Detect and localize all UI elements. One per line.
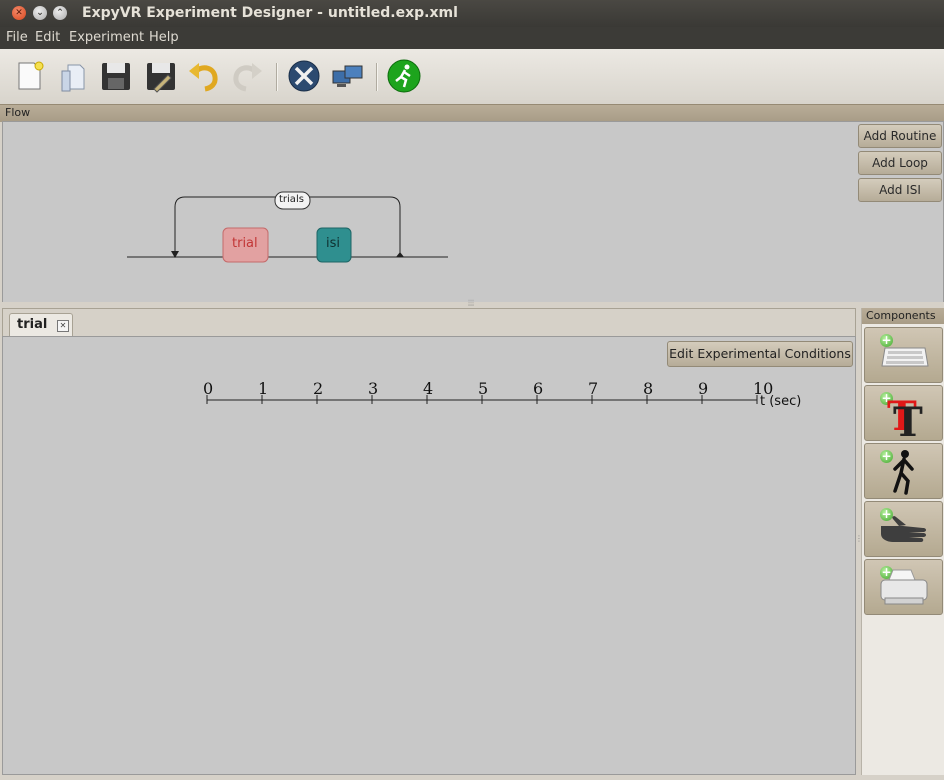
timeline-tick-label: 5 <box>478 379 488 398</box>
tab-trial[interactable]: trial ✕ <box>9 313 73 336</box>
open-file-icon[interactable] <box>58 59 92 93</box>
save-icon[interactable] <box>99 59 133 93</box>
menu-help[interactable]: Help <box>149 30 179 45</box>
menu-edit[interactable]: Edit <box>35 30 60 45</box>
hand-component-button[interactable]: + <box>864 501 943 557</box>
add-isi-button[interactable]: Add ISI <box>858 178 942 202</box>
loop-label: trials <box>279 194 304 205</box>
routine-isi-label: isi <box>326 236 340 251</box>
routine-tabstrip: trial ✕ <box>2 308 856 336</box>
toolbar <box>0 49 944 105</box>
toolbar-separator <box>276 63 278 91</box>
timeline-tick-label: 0 <box>203 379 213 398</box>
routine-timeline: 0 1 2 3 4 5 6 7 8 9 10t (sec) <box>203 379 801 409</box>
preferences-icon[interactable] <box>287 59 321 93</box>
printer-component-button[interactable]: + <box>864 559 943 615</box>
window-titlebar: ✕ ⌄ ⌃ ExpyVR Experiment Designer - untit… <box>0 0 944 27</box>
save-as-icon[interactable] <box>144 59 178 93</box>
printer-component-icon <box>880 569 928 605</box>
svg-text:T: T <box>893 399 923 438</box>
add-loop-button[interactable]: Add Loop <box>858 151 942 175</box>
run-icon[interactable] <box>387 59 421 93</box>
timeline-tick-label: 9 <box>698 379 708 398</box>
timeline-tick-label: 3 <box>368 379 378 398</box>
timeline-tick-label: 2 <box>313 379 323 398</box>
text-component-icon: T T <box>887 393 923 438</box>
keyboard-component-button[interactable]: + <box>864 327 943 383</box>
window-title: ExpyVR Experiment Designer - untitled.ex… <box>82 5 458 21</box>
keyboard-component-icon <box>881 347 929 367</box>
tab-trial-label: trial <box>17 317 48 332</box>
flow-panel-header: Flow <box>0 104 944 122</box>
menubar: File Edit Experiment Help <box>0 27 944 49</box>
text-component-button[interactable]: + T T <box>864 385 943 441</box>
loop-exit-arrow-icon <box>396 252 404 257</box>
add-routine-button[interactable]: Add Routine <box>858 124 942 148</box>
walking-person-component-icon <box>893 450 914 495</box>
minimize-window-icon[interactable]: ⌄ <box>33 6 47 20</box>
edit-experimental-conditions-button[interactable]: Edit Experimental Conditions <box>667 341 853 367</box>
flow-header-label: Flow <box>5 106 31 119</box>
close-window-icon[interactable]: ✕ <box>12 6 26 20</box>
toolbar-separator <box>376 63 378 91</box>
routine-canvas[interactable]: Edit Experimental Conditions 01234567891… <box>2 336 856 775</box>
redo-icon[interactable] <box>230 59 264 93</box>
statusbar <box>0 775 944 780</box>
timeline-tick-label: 6 <box>533 379 543 398</box>
monitor-icon[interactable] <box>331 59 365 93</box>
menu-file[interactable]: File <box>6 30 28 45</box>
maximize-window-icon[interactable]: ⌃ <box>53 6 67 20</box>
close-tab-icon[interactable]: ✕ <box>57 320 69 332</box>
hand-component-icon <box>881 516 926 542</box>
routine-trial-label: trial <box>232 236 258 251</box>
menu-experiment[interactable]: Experiment <box>69 30 144 45</box>
new-file-icon[interactable] <box>12 59 46 93</box>
flow-canvas[interactable]: trials trial isi Add Routine Add Loop Ad… <box>2 121 944 303</box>
walking-person-component-button[interactable]: + <box>864 443 943 499</box>
timeline-tick-label: 8 <box>643 379 653 398</box>
timeline-unit-label: t (sec) <box>760 394 801 409</box>
components-header: Components <box>862 308 944 324</box>
timeline-tick-label: 1 <box>258 379 268 398</box>
components-panel: Components + + T T + + + <box>861 308 944 775</box>
timeline-tick-label: 7 <box>588 379 598 398</box>
undo-icon[interactable] <box>187 59 221 93</box>
flow-diagram <box>127 191 448 263</box>
timeline-tick-label: 4 <box>423 379 433 398</box>
